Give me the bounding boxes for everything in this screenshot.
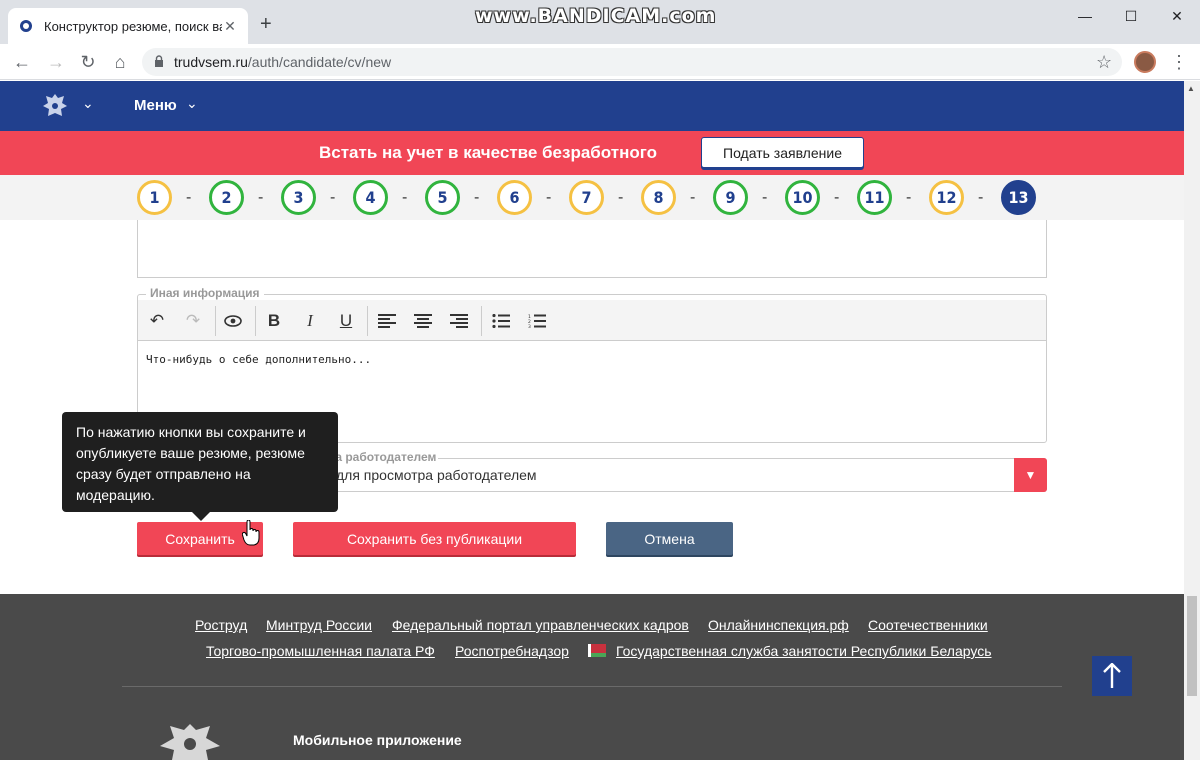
mobile-app-heading: Мобильное приложение: [293, 732, 462, 748]
step-separator: -: [690, 189, 696, 206]
step-13[interactable]: 13: [1001, 180, 1036, 215]
minimize-icon[interactable]: —: [1062, 0, 1108, 32]
step-separator: -: [762, 189, 768, 206]
bandicam-watermark: www.BANDICAM.com: [475, 5, 717, 27]
submit-application-button[interactable]: Подать заявление: [701, 137, 864, 168]
footer-link-onlineinspection[interactable]: Онлайнинспекция.рф: [708, 617, 849, 633]
chevron-down-icon[interactable]: ⌄: [82, 95, 94, 112]
step-separator: -: [258, 189, 264, 206]
bookmark-star-icon[interactable]: ☆: [1096, 52, 1112, 73]
step-8[interactable]: 8: [641, 180, 676, 215]
tab-title: Конструктор резюме, поиск вак: [44, 18, 222, 34]
step-4[interactable]: 4: [353, 180, 388, 215]
banner-text: Встать на учет в качестве безработного: [319, 143, 657, 162]
step-12[interactable]: 12: [929, 180, 964, 215]
bullet-list-icon[interactable]: [488, 308, 514, 334]
url-path: /auth/candidate/cv/new: [247, 54, 392, 70]
window-close-icon[interactable]: ✕: [1154, 0, 1200, 32]
footer-link-chamber-of-commerce[interactable]: Торгово-промышленная палата РФ: [206, 643, 435, 659]
browser-tab[interactable]: Конструктор резюме, поиск вак ✕: [8, 8, 248, 44]
step-separator: -: [546, 189, 552, 206]
step-2[interactable]: 2: [209, 180, 244, 215]
step-separator: -: [402, 189, 408, 206]
footer-link-federal-portal[interactable]: Федеральный портал управленческих кадров: [392, 617, 689, 633]
new-tab-button[interactable]: +: [260, 14, 272, 34]
browser-menu-icon[interactable]: ⋮: [1170, 52, 1188, 73]
home-icon[interactable]: ⌂: [108, 50, 132, 74]
scrollbar-thumb[interactable]: [1187, 596, 1197, 696]
step-progress: 1-2-3-4-5-6-7-8-9-10-11-12-13: [0, 175, 1184, 220]
step-separator: -: [906, 189, 912, 206]
toolbar-divider: [255, 306, 256, 336]
toolbar-divider: [215, 306, 216, 336]
underline-icon[interactable]: U: [333, 308, 359, 334]
coat-of-arms-icon[interactable]: [40, 91, 70, 121]
editor-toolbar: ↶ ↷ B I U 123: [138, 300, 1046, 341]
profile-avatar[interactable]: [1134, 51, 1156, 73]
browser-tab-bar: Конструктор резюме, поиск вак ✕ + www.BA…: [0, 0, 1200, 44]
cancel-button[interactable]: Отмена: [606, 522, 733, 555]
step-separator: -: [834, 189, 840, 206]
numbered-list-icon[interactable]: 123: [524, 308, 550, 334]
italic-icon[interactable]: I: [297, 308, 323, 334]
footer-divider: [122, 686, 1062, 687]
belarus-flag-icon: [588, 644, 606, 657]
step-10[interactable]: 10: [785, 180, 820, 215]
align-left-icon[interactable]: [374, 308, 400, 334]
align-center-icon[interactable]: [410, 308, 436, 334]
footer-emblem-icon: [140, 718, 240, 760]
step-7[interactable]: 7: [569, 180, 604, 215]
toolbar-divider: [481, 306, 482, 336]
toolbar-divider: [367, 306, 368, 336]
lock-icon: [154, 54, 164, 70]
tab-close-icon[interactable]: ✕: [222, 18, 238, 35]
undo-icon[interactable]: ↶: [144, 308, 170, 334]
reload-icon[interactable]: ↻: [76, 50, 100, 74]
step-6[interactable]: 6: [497, 180, 532, 215]
maximize-icon[interactable]: ☐: [1108, 0, 1154, 32]
step-separator: -: [330, 189, 336, 206]
footer-link-rospotrebnadzor[interactable]: Роспотребнадзор: [455, 643, 569, 659]
step-1[interactable]: 1: [137, 180, 172, 215]
step-3[interactable]: 3: [281, 180, 316, 215]
step-separator: -: [474, 189, 480, 206]
step-11[interactable]: 11: [857, 180, 892, 215]
footer-link-belarus-employment[interactable]: Государственная служба занятости Республ…: [616, 643, 992, 659]
address-bar[interactable]: trudvsem.ru/auth/candidate/cv/new: [142, 48, 1122, 76]
step-separator: -: [978, 189, 984, 206]
redo-icon[interactable]: ↷: [180, 308, 206, 334]
footer-link-rostrud[interactable]: Роструд: [195, 617, 247, 633]
previous-field-box[interactable]: [137, 220, 1047, 278]
forward-icon[interactable]: →: [44, 50, 68, 74]
other-info-legend: Иная информация: [146, 286, 264, 300]
visibility-select-value: для просмотра работодателем: [336, 467, 537, 483]
scroll-to-top-button[interactable]: [1092, 656, 1132, 696]
align-right-icon[interactable]: [446, 308, 472, 334]
step-separator: -: [618, 189, 624, 206]
footer-link-compatriots[interactable]: Соотечественники: [868, 617, 988, 633]
preview-eye-icon[interactable]: [220, 308, 246, 334]
site-favicon-icon: [18, 18, 34, 34]
site-header: ⌄ Меню ⌄: [0, 81, 1184, 131]
step-9[interactable]: 9: [713, 180, 748, 215]
chevron-down-icon[interactable]: ⌄: [186, 95, 198, 112]
select-dropdown-icon[interactable]: ▼: [1014, 458, 1047, 492]
scroll-up-arrow-icon[interactable]: ▲: [1187, 84, 1195, 93]
footer-link-mintrud[interactable]: Минтруд России: [266, 617, 372, 633]
visibility-select-legend: ра работодателем: [326, 450, 439, 464]
unemployment-banner: Встать на учет в качестве безработного П…: [0, 131, 1184, 175]
save-tooltip: По нажатию кнопки вы сохраните и опублик…: [62, 412, 338, 521]
svg-text:3: 3: [528, 324, 531, 328]
browser-toolbar: ← → ↻ ⌂ trudvsem.ru/auth/candidate/cv/ne…: [0, 44, 1200, 80]
back-icon[interactable]: ←: [10, 50, 34, 74]
url-host: trudvsem.ru: [174, 54, 248, 70]
step-separator: -: [186, 189, 192, 206]
step-5[interactable]: 5: [425, 180, 460, 215]
bold-icon[interactable]: B: [261, 308, 287, 334]
save-without-publishing-button[interactable]: Сохранить без публикации: [293, 522, 576, 555]
menu-link[interactable]: Меню: [134, 97, 177, 114]
hand-cursor-icon: [241, 519, 260, 551]
other-info-editor[interactable]: Что-нибудь о себе дополнительно...: [146, 353, 371, 366]
